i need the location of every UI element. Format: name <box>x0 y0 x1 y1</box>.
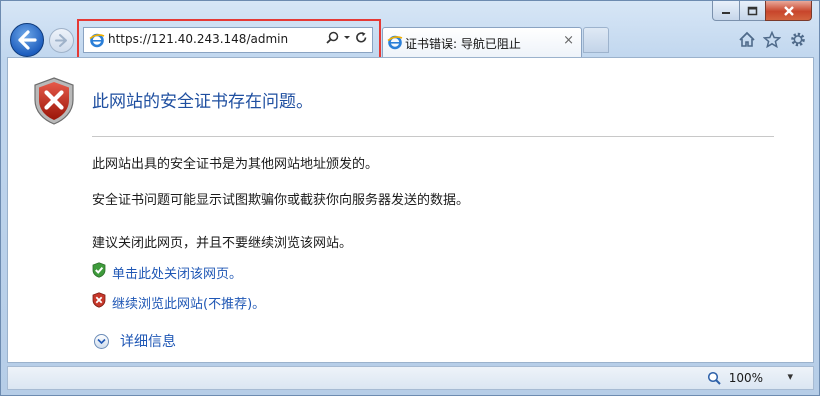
home-icon[interactable] <box>738 31 756 48</box>
tab-close-button[interactable]: × <box>563 33 574 48</box>
status-bar: 100% ▾ <box>7 366 814 390</box>
back-button[interactable] <box>10 23 44 57</box>
back-arrow-icon <box>18 30 37 50</box>
zoom-icon <box>707 371 721 385</box>
tab-title: 证书错误: 导航已阻止 <box>405 37 521 51</box>
close-page-link[interactable]: 单击此处关闭该网页。 <box>112 263 242 282</box>
paragraph-risk: 安全证书问题可能显示试图欺骗你或截获你向服务器发送的数据。 <box>92 193 470 208</box>
paragraph-wrong-address: 此网站出具的安全证书是为其他网站地址颁发的。 <box>92 157 379 172</box>
minimize-button[interactable] <box>712 1 740 21</box>
zoom-level[interactable]: 100% <box>729 371 763 385</box>
page-title: 此网站的安全证书存在问题。 <box>92 92 313 112</box>
page-content: 此网站的安全证书存在问题。 此网站出具的安全证书是为其他网站地址颁发的。 安全证… <box>7 57 814 363</box>
shield-x-icon <box>92 292 106 308</box>
divider <box>92 136 774 137</box>
tab-certificate-error[interactable]: 证书错误: 导航已阻止 × <box>382 27 582 57</box>
ie-icon <box>387 35 403 50</box>
new-tab-button[interactable] <box>583 27 609 53</box>
shield-check-icon <box>92 262 106 278</box>
browser-window: https://121.40.243.148/admin 证书错误: 导航已阻止… <box>0 0 820 396</box>
address-highlight-box <box>77 19 381 60</box>
minimize-icon <box>722 11 730 14</box>
forward-arrow-icon <box>55 34 67 47</box>
shield-error-icon <box>34 77 74 125</box>
continue-website-link[interactable]: 继续浏览此网站(不推荐)。 <box>112 293 265 312</box>
forward-button[interactable] <box>49 28 74 53</box>
more-info-link[interactable]: 详细信息 <box>120 331 176 351</box>
star-icon[interactable] <box>763 31 781 48</box>
maximize-button[interactable] <box>739 1 766 21</box>
maximize-icon <box>747 6 758 15</box>
paragraph-recommendation: 建议关闭此网页，并且不要继续浏览该网站。 <box>92 236 353 251</box>
gear-icon[interactable] <box>789 31 807 48</box>
close-icon <box>783 5 794 16</box>
chevron-down-icon <box>97 338 106 345</box>
more-info-toggle[interactable] <box>94 334 109 349</box>
zoom-dropdown[interactable]: ▾ <box>787 370 793 383</box>
close-window-button[interactable] <box>765 1 812 21</box>
